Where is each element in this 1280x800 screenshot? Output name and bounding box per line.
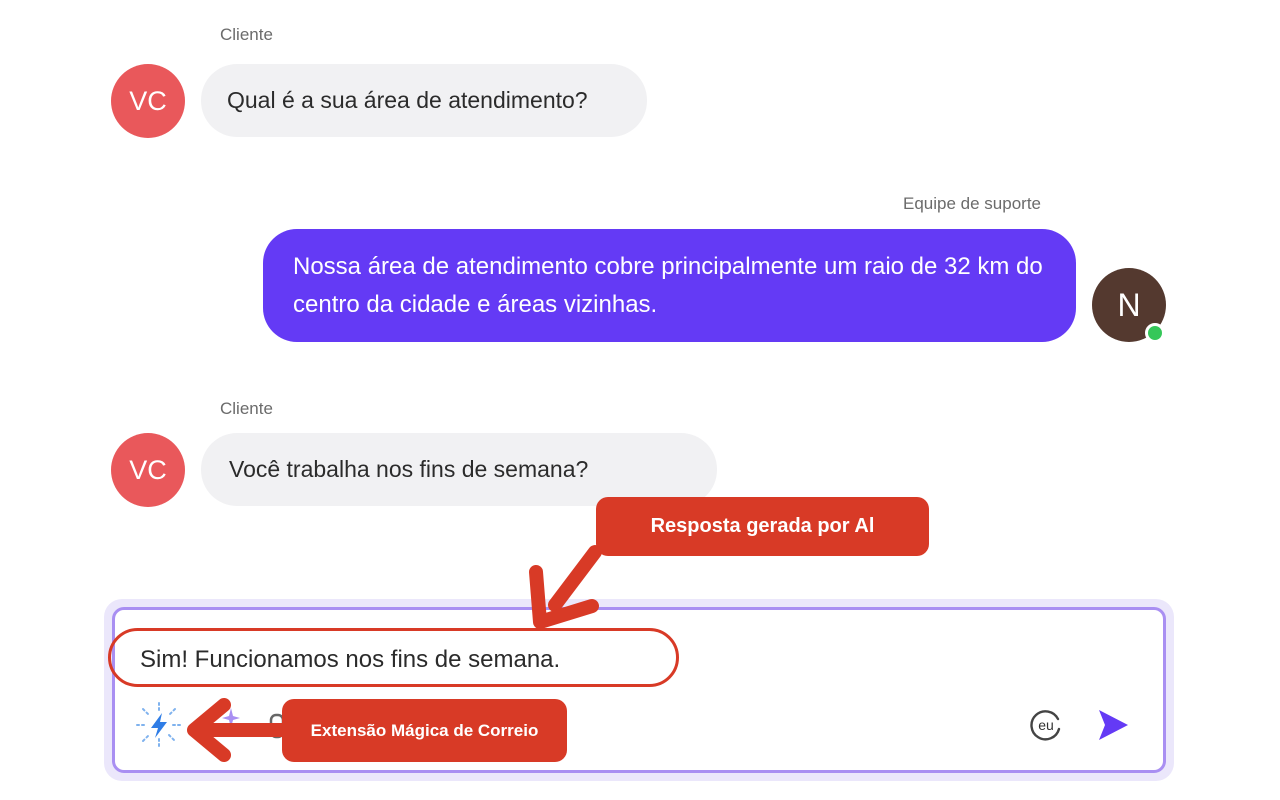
callout-ai-response-label: Resposta gerada por Al <box>650 515 875 537</box>
arrow-to-response <box>548 545 602 612</box>
callout-ai-response: Resposta gerada por Al <box>596 497 929 556</box>
callout-extension: Extensão Mágica de Correio <box>282 699 567 762</box>
callout-extension-label: Extensão Mágica de Correio <box>310 720 539 740</box>
chat-window: Cliente VC Qual é a sua área de atendime… <box>0 0 1280 800</box>
annotation-arrows <box>187 545 602 762</box>
